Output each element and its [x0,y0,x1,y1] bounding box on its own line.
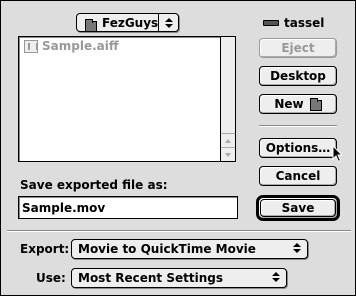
new-folder-icon [309,97,322,111]
button-divider [259,125,337,127]
scroll-down-button[interactable] [221,147,235,161]
export-popup[interactable]: Movie to QuickTime Movie [71,239,308,259]
scroll-up-button[interactable] [221,133,235,147]
folder-popup-label: FezGuys [102,16,159,30]
new-label: New [274,97,304,111]
use-popup[interactable]: Most Recent Settings [71,268,287,288]
sound-file-icon [24,39,38,53]
export-selected: Movie to QuickTime Movie [78,242,256,256]
folder-icon [85,19,97,32]
volume-indicator: tassel [263,16,324,30]
mouse-pointer-icon [332,145,344,163]
file-list[interactable]: Sample.aiff [18,36,236,162]
options-label: Options… [265,141,331,155]
file-name: Sample.aiff [42,39,119,53]
save-as-label: Save exported file as: [20,178,168,192]
desktop-button[interactable]: Desktop [259,66,337,86]
list-item[interactable]: Sample.aiff [24,39,119,53]
eject-button[interactable]: Eject [259,38,337,58]
filename-field[interactable]: Sample.mov [18,196,238,219]
new-folder-button[interactable]: New [259,94,337,114]
volume-label: tassel [284,16,325,30]
popup-arrows-icon [158,14,178,31]
popup-arrows-icon [293,243,301,253]
cancel-label: Cancel [275,169,321,183]
popup-arrows-icon [272,272,280,282]
save-label: Save [281,201,315,215]
disk-icon [263,20,279,26]
filename-value: Sample.mov [22,200,106,215]
save-button[interactable]: Save [256,195,340,221]
scroll-up-icon [225,138,231,143]
save-dialog: FezGuys tassel Sample.aiff Eject Desktop… [0,0,356,296]
scroll-down-icon [225,152,231,157]
folder-popup[interactable]: FezGuys [76,13,179,32]
desktop-label: Desktop [270,69,326,83]
use-selected: Most Recent Settings [78,271,223,285]
eject-label: Eject [281,41,315,55]
cancel-button[interactable]: Cancel [259,166,337,186]
use-label: Use: [36,271,66,285]
options-button[interactable]: Options… [259,138,337,158]
export-label: Export: [20,242,70,256]
section-divider [7,230,351,232]
vertical-scrollbar[interactable] [220,37,235,161]
